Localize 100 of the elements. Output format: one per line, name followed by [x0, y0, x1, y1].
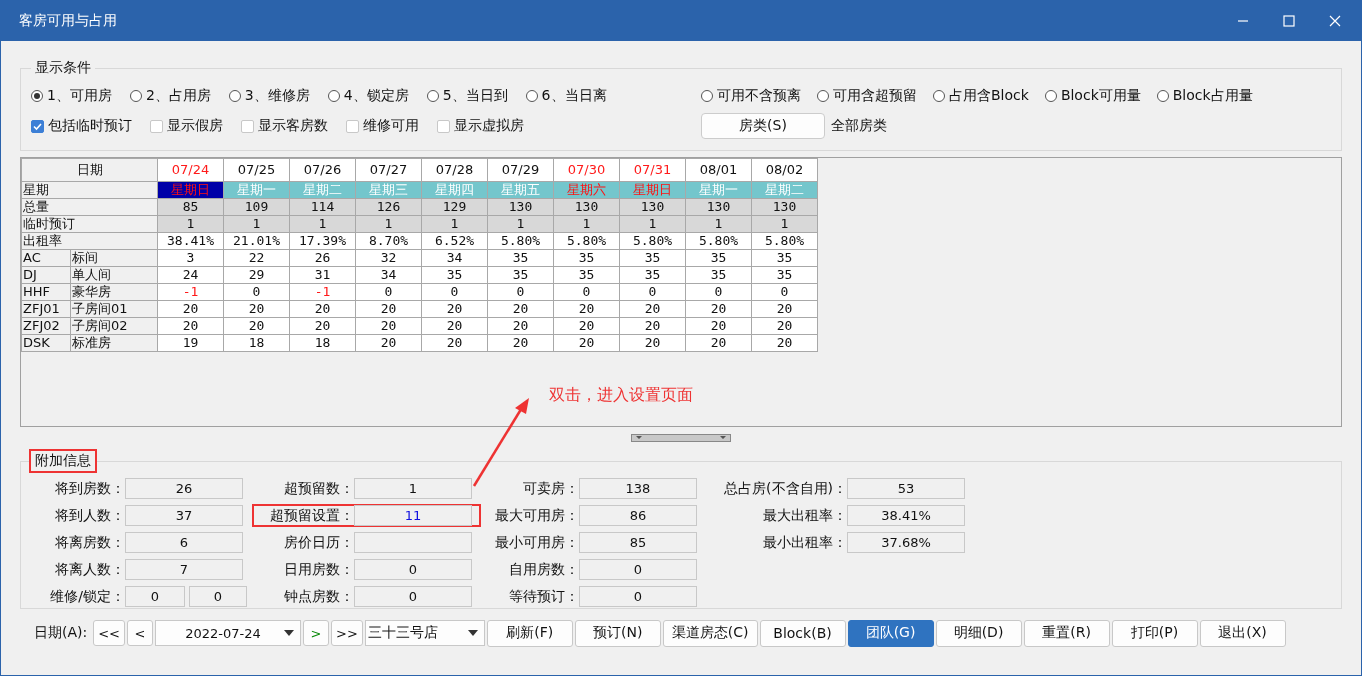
next-button[interactable]: >	[303, 620, 329, 646]
value-field[interactable]: 11	[354, 505, 472, 526]
checkbox[interactable]	[150, 119, 163, 133]
value-field[interactable]: 0	[579, 586, 697, 607]
value-field[interactable]: 37	[125, 505, 243, 526]
previous-button[interactable]: <	[127, 620, 153, 646]
field-label: 自用房数：	[508, 560, 579, 579]
date-header: 07/24	[157, 158, 224, 182]
value-field[interactable]: 0	[579, 559, 697, 580]
value-field[interactable]: 26	[125, 478, 243, 499]
maximize-icon[interactable]	[1283, 15, 1295, 27]
radio-button[interactable]	[1044, 90, 1057, 102]
field-label: 等待预订：	[508, 587, 579, 606]
action-button[interactable]: 重置(R)	[1023, 619, 1110, 647]
radio-option[interactable]: 可用不含预离	[701, 87, 801, 105]
action-button[interactable]: 团队(G)	[847, 619, 934, 647]
field-label: 维修/锁定：	[49, 587, 125, 606]
field-label: 将离房数：	[54, 533, 125, 552]
radio-option[interactable]: 1、可用房	[31, 87, 112, 105]
annotation-text: 双击，进入设置页面	[549, 385, 693, 406]
radio-button[interactable]	[701, 90, 713, 102]
date-header: 07/30	[553, 158, 620, 182]
action-button[interactable]: 刷新(F)	[486, 619, 573, 647]
action-button[interactable]: 退出(X)	[1199, 619, 1286, 647]
first-button[interactable]: <<	[93, 620, 125, 646]
date-header: 07/29	[487, 158, 554, 182]
radio-button[interactable]	[228, 90, 241, 102]
radio-button[interactable]	[129, 90, 142, 102]
checkbox-option[interactable]: 包括临时预订	[31, 117, 132, 135]
value-field[interactable]: 53	[847, 478, 965, 499]
last-button[interactable]: >>	[331, 620, 363, 646]
checkbox-option[interactable]: 显示虚拟房	[437, 117, 524, 135]
checkbox-option[interactable]: 显示客房数	[241, 117, 328, 135]
action-button[interactable]: 打印(P)	[1111, 619, 1198, 647]
caret-icon	[284, 630, 294, 636]
radio-button[interactable]	[327, 90, 340, 102]
field-label: 房价日历：	[283, 533, 354, 552]
radio-button[interactable]	[426, 90, 439, 102]
value-field[interactable]: 0	[354, 586, 472, 607]
checkbox-option[interactable]: 显示假房	[150, 117, 223, 135]
radio-option[interactable]: 占用含Block	[933, 87, 1029, 105]
value-field[interactable]: 138	[579, 478, 697, 499]
value-field[interactable]	[354, 532, 472, 553]
close-icon[interactable]	[1329, 15, 1341, 27]
value-field[interactable]: 0	[125, 586, 185, 607]
radio-button[interactable]	[933, 90, 945, 102]
hotel-dropdown[interactable]: 三十三号店	[364, 620, 485, 646]
checkbox[interactable]	[346, 119, 359, 133]
room-type-value: 全部房类	[831, 117, 887, 135]
group-title: 显示条件	[34, 59, 92, 77]
splitter-handle[interactable]	[631, 434, 731, 442]
field-label: 超预留设置：	[269, 506, 354, 525]
action-button[interactable]: 渠道房态(C)	[662, 619, 758, 647]
date-header: 07/25	[223, 158, 290, 182]
field-label: 日用房数：	[283, 560, 354, 579]
field-label: 最小出租率：	[762, 533, 847, 552]
action-button[interactable]: 预订(N)	[574, 619, 661, 647]
radio-option[interactable]: 2、占用房	[129, 87, 211, 105]
group-title: 附加信息	[29, 449, 97, 473]
action-button[interactable]: Block(B)	[759, 619, 846, 647]
radio-option[interactable]: 4、锁定房	[327, 87, 409, 105]
column-header: 日期	[21, 158, 158, 182]
checkbox-option[interactable]: 维修可用	[346, 117, 419, 135]
value-field[interactable]: 7	[125, 559, 243, 580]
date-header: 08/01	[685, 158, 752, 182]
value-field[interactable]: 85	[579, 532, 697, 553]
radio-button[interactable]	[1156, 90, 1169, 102]
room-type-button[interactable]: 房类(S)	[701, 113, 825, 139]
date-header: 07/27	[355, 158, 422, 182]
action-button[interactable]: 明细(D)	[935, 619, 1022, 647]
radio-option[interactable]: 5、当日到	[426, 87, 508, 105]
checkbox[interactable]	[241, 119, 254, 133]
radio-option[interactable]: Block可用量	[1044, 87, 1141, 105]
radio-option[interactable]: 可用含超预留	[817, 87, 917, 105]
date-label: 日期(A):	[34, 624, 88, 642]
value-field[interactable]: 1	[354, 478, 472, 499]
radio-option[interactable]: 6、当日离	[525, 87, 607, 105]
checkbox[interactable]	[31, 119, 44, 133]
caret-icon	[467, 630, 478, 636]
radio-button[interactable]	[31, 90, 43, 102]
date-header: 07/26	[289, 158, 356, 182]
radio-option[interactable]: 3、维修房	[228, 87, 310, 105]
value-field[interactable]: 0	[354, 559, 472, 580]
value-field[interactable]: 38.41%	[847, 505, 965, 526]
date-dropdown[interactable]: 2022-07-24	[155, 620, 301, 646]
radio-option[interactable]: Block占用量	[1156, 87, 1253, 105]
value-field[interactable]: 6	[125, 532, 243, 553]
value-field[interactable]: 37.68%	[847, 532, 965, 553]
date-header: 07/28	[421, 158, 488, 182]
field-label: 将到人数：	[54, 506, 125, 525]
radio-button[interactable]	[525, 90, 538, 102]
value-field[interactable]: 0	[189, 586, 247, 607]
field-label: 可卖房：	[522, 479, 579, 498]
field-label: 最小可用房：	[494, 533, 579, 552]
date-header: 07/31	[619, 158, 686, 182]
checkbox[interactable]	[437, 119, 450, 133]
field-label: 钟点房数：	[283, 587, 354, 606]
radio-button[interactable]	[817, 90, 829, 102]
field-label: 总占房(不含自用)：	[723, 479, 847, 498]
value-field[interactable]: 86	[579, 505, 697, 526]
